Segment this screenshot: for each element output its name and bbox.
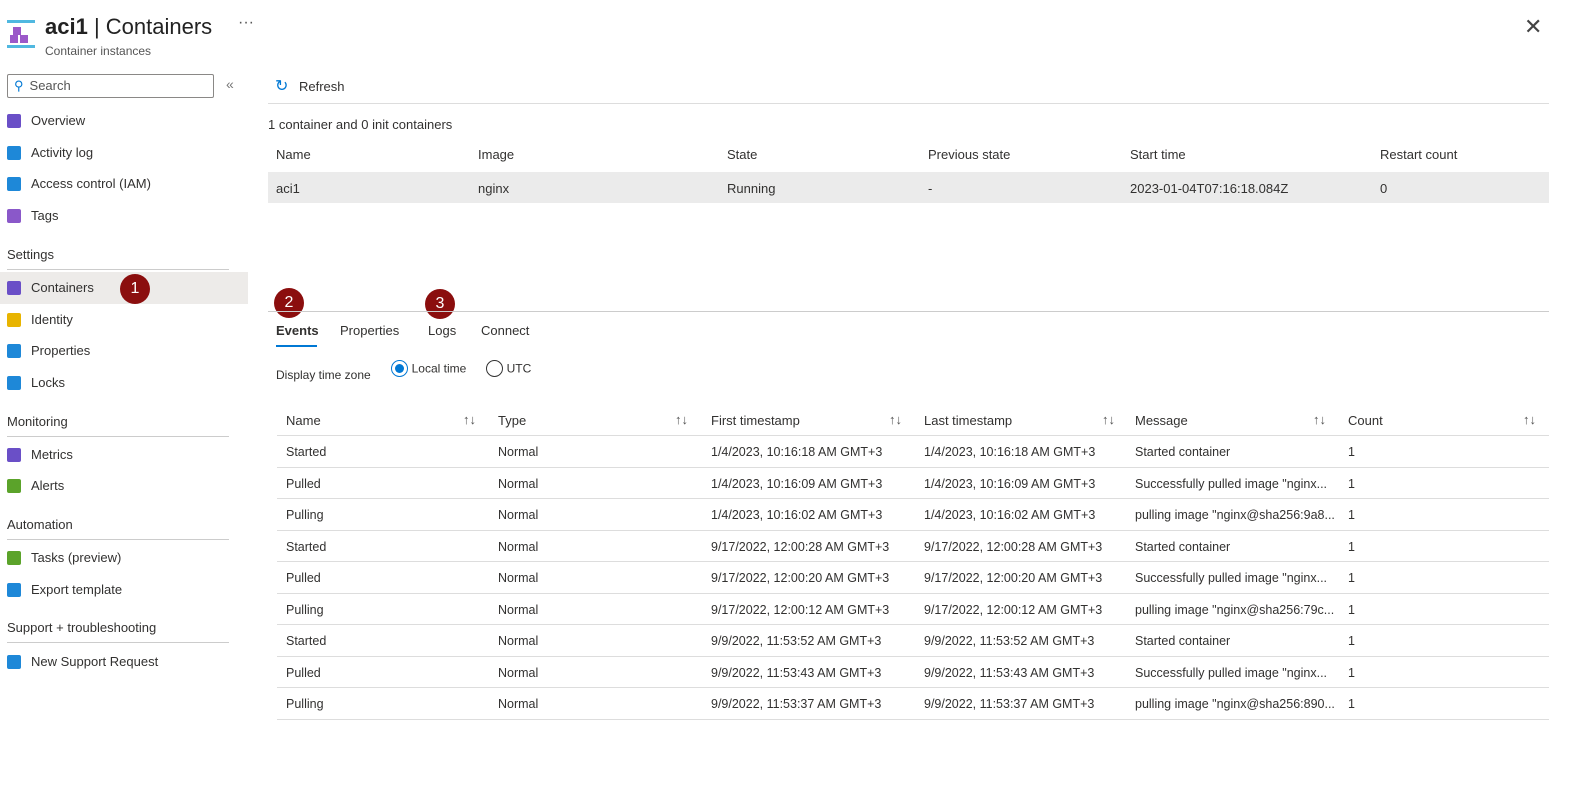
column-header[interactable]: First timestamp [711, 413, 800, 428]
sidebar-item-alerts[interactable]: Alerts [0, 470, 248, 502]
nav-icon [7, 313, 21, 327]
column-header[interactable]: Type [498, 413, 526, 428]
tab-events[interactable]: Events [276, 323, 319, 338]
nav-icon [7, 146, 21, 160]
nav-icon [7, 448, 21, 462]
sidebar-item-metrics[interactable]: Metrics [0, 439, 248, 471]
nav-icon [7, 376, 21, 390]
sidebar-item-access-control-iam-[interactable]: Access control (IAM) [0, 168, 248, 200]
column-header[interactable]: Name [286, 413, 321, 428]
active-tab-indicator [276, 345, 317, 347]
table-row[interactable]: Pulling Normal 9/9/2022, 11:53:37 AM GMT+3… [277, 688, 1549, 720]
nav-icon [7, 344, 21, 358]
tab-properties[interactable]: Properties [340, 323, 399, 338]
more-options-button[interactable]: ··· [238, 14, 254, 32]
nav-icon [7, 583, 21, 597]
table-row[interactable]: Pulled Normal 1/4/2023, 10:16:09 AM GMT+3 1… [277, 468, 1549, 499]
sort-icon[interactable]: ↑↓ [675, 412, 688, 427]
column-header[interactable]: Count [1348, 413, 1383, 428]
step-badge-3: 3 [425, 289, 455, 319]
nav-icon [7, 209, 21, 223]
nav-icon [7, 655, 21, 669]
tab-logs[interactable]: Logs [428, 323, 456, 338]
sidebar-item-locks[interactable]: Locks [0, 367, 248, 399]
table-row[interactable]: aci1 nginx Running -2023-01-04T07:16:18.084… [268, 172, 1549, 203]
page-title: aci1 | Containers [45, 14, 213, 39]
sidebar-section-heading: Support + troubleshooting [7, 620, 157, 635]
search-icon: ⚲ [14, 78, 24, 93]
nav-icon [7, 479, 21, 493]
radio-utc[interactable]: UTC [486, 360, 531, 378]
sidebar-item-tags[interactable]: Tags [0, 200, 248, 232]
sidebar-section-heading: Automation [7, 517, 73, 532]
column-header[interactable]: Message [1135, 413, 1188, 428]
sidebar-item-export-template[interactable]: Export template [0, 574, 248, 606]
sidebar-section-heading: Monitoring [7, 414, 68, 429]
page-subtitle: Container instances [45, 44, 152, 58]
nav-icon [7, 177, 21, 191]
sidebar-item-activity-log[interactable]: Activity log [0, 137, 248, 169]
sort-icon[interactable]: ↑↓ [889, 412, 902, 427]
sidebar-item-identity[interactable]: Identity [0, 304, 248, 336]
timezone-label: Display time zone [276, 368, 371, 382]
container-instances-logo-icon [7, 20, 35, 48]
collapse-sidebar-button[interactable]: « [226, 76, 234, 92]
step-badge-1: 1 [120, 274, 150, 304]
nav-icon [7, 281, 21, 295]
table-row[interactable]: Started Normal 1/4/2023, 10:16:18 AM GMT+3… [277, 436, 1549, 468]
refresh-icon: ↻ [275, 78, 289, 95]
nav-icon [7, 114, 21, 128]
table-row[interactable]: Pulled Normal 9/9/2022, 11:53:43 AM GMT+3 9… [277, 657, 1549, 688]
step-badge-2: 2 [274, 288, 304, 318]
sort-icon[interactable]: ↑↓ [1313, 412, 1326, 427]
table-row[interactable]: Started Normal 9/9/2022, 11:53:52 AM GMT+3… [277, 625, 1549, 657]
sidebar-section-heading: Settings [7, 247, 54, 262]
table-row[interactable]: Started Normal 9/17/2022, 12:00:28 AM GMT+… [277, 531, 1549, 562]
sort-icon[interactable]: ↑↓ [1102, 412, 1115, 427]
sidebar-item-new-support-request[interactable]: New Support Request [0, 646, 248, 678]
refresh-button[interactable]: Refresh [299, 79, 345, 94]
table-row[interactable]: Pulling Normal 1/4/2023, 10:16:02 AM GMT+3… [277, 499, 1549, 531]
containers-summary: 1 container and 0 init containers [268, 117, 453, 132]
radio-local-time[interactable]: Local time [391, 360, 466, 378]
sort-icon[interactable]: ↑↓ [1523, 412, 1536, 427]
table-row[interactable]: Pulled Normal 9/17/2022, 12:00:20 AM GMT+3… [277, 562, 1549, 594]
table-row[interactable]: Pulling Normal 9/17/2022, 12:00:12 AM GMT+… [277, 594, 1549, 625]
column-header[interactable]: Last timestamp [924, 413, 1012, 428]
sidebar-item-properties[interactable]: Properties [0, 335, 248, 367]
sidebar-item-overview[interactable]: Overview [0, 105, 248, 137]
sort-icon[interactable]: ↑↓ [463, 412, 476, 427]
sidebar-item-tasks-preview-[interactable]: Tasks (preview) [0, 542, 248, 574]
search-input[interactable]: ⚲ Search [7, 74, 214, 98]
tab-connect[interactable]: Connect [481, 323, 529, 338]
events-table-header: Name ↑↓ Type ↑↓ First timestamp ↑↓ Last timest… [277, 404, 1549, 436]
nav-icon [7, 551, 21, 565]
close-icon[interactable]: ✕ [1524, 14, 1542, 40]
containers-table-header: Name Image State Previous state Start time Re… [276, 147, 1458, 162]
